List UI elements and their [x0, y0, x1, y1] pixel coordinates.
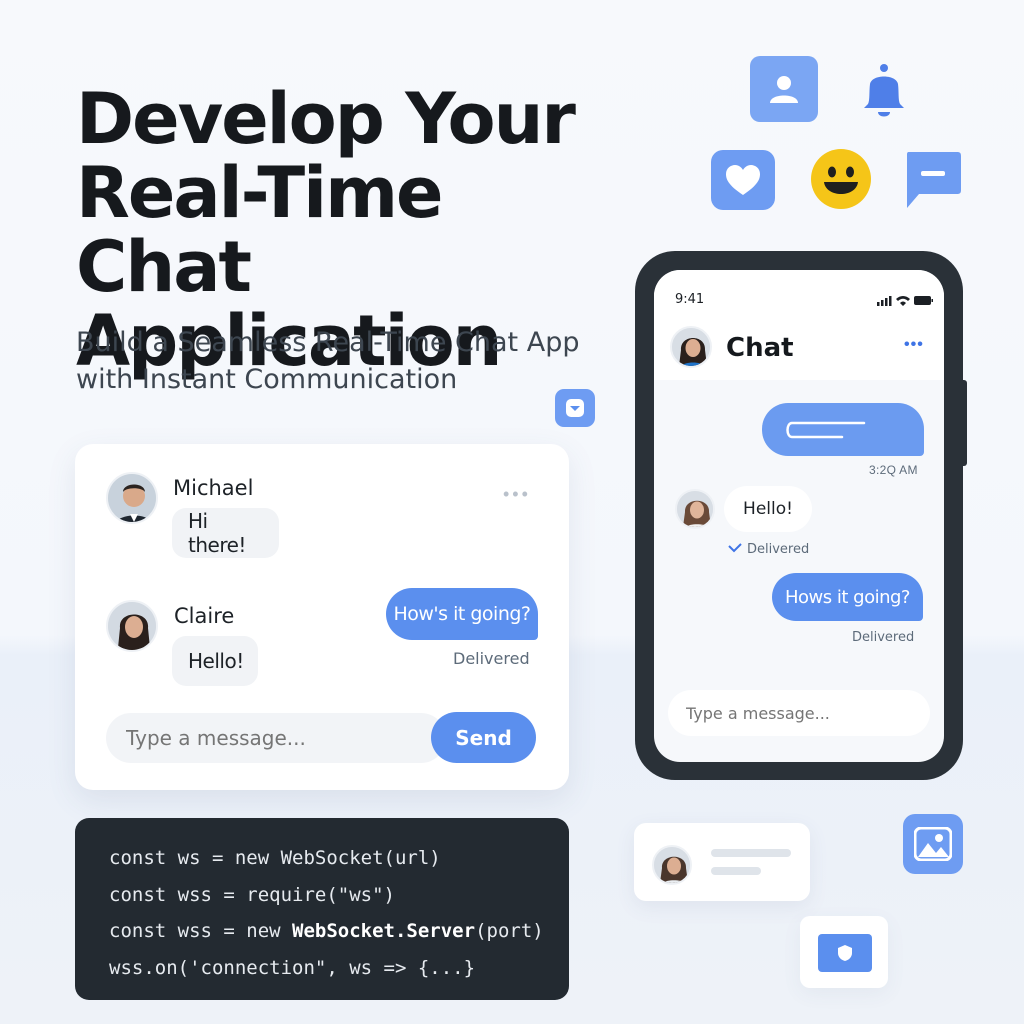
code-line: const ws = new WebSocket(url) — [109, 847, 441, 869]
outgoing-attachment-bubble[interactable] — [762, 403, 924, 456]
hero-title-line: Develop Your — [76, 78, 576, 160]
phone-message-input[interactable] — [668, 690, 930, 736]
avatar[interactable] — [106, 472, 158, 524]
text-placeholder-bar — [711, 867, 761, 875]
avatar[interactable] — [106, 600, 158, 652]
hero-subtitle-line: Build a Seamless Real-Time Chat App — [76, 327, 580, 358]
avatar[interactable] — [670, 326, 712, 368]
phone-chat-title: Chat — [726, 333, 794, 363]
message-input[interactable] — [106, 713, 446, 763]
more-options-icon[interactable]: ••• — [904, 336, 924, 354]
delivery-status: Delivered — [852, 630, 915, 645]
outgoing-message-bubble: Hows it going? — [772, 573, 923, 621]
download-icon[interactable] — [555, 389, 595, 427]
delivery-status: Delivered — [453, 649, 530, 668]
outgoing-message-bubble: How's it going? — [386, 588, 538, 640]
incoming-message-bubble: Hello! — [724, 486, 812, 532]
heart-icon[interactable] — [711, 150, 775, 210]
hero-title-line: Real-Time Chat — [76, 152, 444, 308]
code-line: wss.on('connection", ws => {...} — [109, 956, 476, 979]
phone-side-button — [962, 380, 967, 466]
code-line: const wss = new WebSocket.Server(port) — [109, 913, 569, 950]
smiley-icon[interactable] — [810, 148, 872, 210]
hero-subtitle: Build a Seamless Real-Time Chat App with… — [76, 324, 596, 398]
status-bar-icons — [877, 293, 933, 306]
shield-icon[interactable] — [818, 934, 872, 972]
sender-name: Claire — [174, 604, 235, 628]
user-icon[interactable] — [750, 56, 818, 122]
avatar[interactable] — [652, 845, 692, 885]
text-placeholder-bar — [711, 849, 791, 857]
message-bubble: Hi there! — [172, 508, 279, 558]
image-icon[interactable] — [903, 814, 963, 874]
code-token: const wss = new — [109, 920, 293, 942]
code-token: WebSocket.Server — [292, 920, 476, 942]
message-bubble: Hello! — [172, 636, 258, 686]
status-bar-time: 9:41 — [675, 292, 705, 307]
send-button[interactable]: Send — [431, 712, 536, 763]
message-timestamp: 3:2Q AM — [869, 463, 918, 477]
avatar[interactable] — [675, 489, 715, 529]
bell-icon[interactable] — [856, 62, 912, 124]
check-icon — [728, 541, 742, 553]
delivery-status: Delivered — [747, 542, 810, 557]
sender-name: Michael — [173, 476, 254, 500]
code-block: const ws = new WebSocket(url) const wss … — [75, 818, 569, 1000]
hero-subtitle-line: with Instant Communication — [76, 364, 458, 395]
more-options-icon[interactable]: ••• — [503, 484, 531, 505]
code-line: const wss = require("ws") — [109, 883, 395, 906]
message-icon[interactable] — [903, 150, 963, 210]
code-token: (port) — [475, 920, 544, 942]
